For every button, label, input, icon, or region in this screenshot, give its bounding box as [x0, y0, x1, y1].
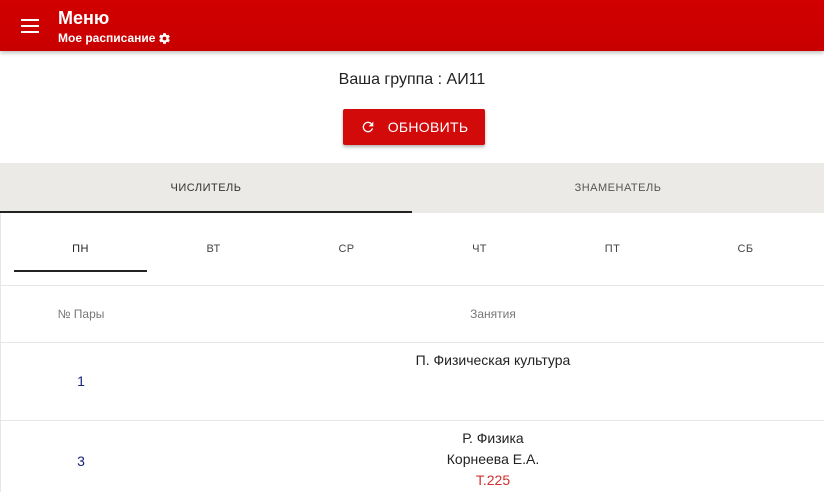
tab-thursday[interactable]: ЧТ [413, 213, 546, 285]
tab-numerator-label: ЧИСЛИТЕЛЬ [170, 182, 242, 194]
week-tabs: ЧИСЛИТЕЛЬ ЗНАМЕНАТЕЛЬ [0, 163, 824, 213]
table-row: 3 Р. Физика Корнеева Е.А. Т.225 [0, 421, 824, 492]
tab-monday-label: ПН [72, 243, 89, 255]
lesson-subject: П. Физическая культура [415, 352, 571, 368]
hamburger-icon[interactable] [21, 19, 39, 33]
day-tabs: ПН ВТ СР ЧТ ПТ СБ [0, 213, 824, 286]
tab-denominator[interactable]: ЗНАМЕНАТЕЛЬ [412, 163, 824, 213]
subtitle-label: Мое расписание [58, 31, 156, 45]
schedule-subtitle[interactable]: Мое расписание [58, 31, 171, 45]
gear-icon[interactable] [158, 32, 171, 45]
tab-tuesday-label: ВТ [206, 243, 221, 255]
refresh-icon [362, 121, 374, 133]
refresh-button-label: ОБНОВИТЬ [387, 119, 469, 135]
lesson-info: П. Физическая культура [162, 350, 824, 371]
app-title: Меню [58, 8, 110, 28]
tab-saturday-label: СБ [737, 243, 754, 255]
tab-numerator[interactable]: ЧИСЛИТЕЛЬ [0, 163, 412, 213]
tab-friday[interactable]: ПТ [546, 213, 679, 285]
lesson-room: Т.225 [475, 472, 511, 488]
lesson-teacher: Корнеева Е.А. [446, 451, 540, 467]
tab-monday[interactable]: ПН [14, 213, 147, 285]
lesson-number: 3 [77, 453, 85, 469]
lesson-number: 1 [77, 373, 85, 389]
tab-thursday-label: ЧТ [472, 243, 487, 255]
group-label: Ваша группа : АИ11 [338, 71, 486, 88]
tab-wednesday-label: СР [338, 243, 355, 255]
tab-tuesday[interactable]: ВТ [147, 213, 280, 285]
lesson-subject: Р. Физика [462, 430, 524, 446]
lesson-info: Р. Физика Корнеева Е.А. Т.225 [162, 428, 824, 491]
table-row: 1 П. Физическая культура [0, 343, 824, 421]
refresh-button[interactable]: ОБНОВИТЬ [343, 109, 485, 145]
schedule-table-header: № Пары Занятия [0, 286, 824, 343]
column-header-lessons: Занятия [470, 307, 516, 321]
tab-denominator-label: ЗНАМЕНАТЕЛЬ [574, 182, 662, 194]
column-header-number: № Пары [57, 307, 105, 321]
app-bar: Меню Мое расписание [0, 0, 824, 51]
tab-wednesday[interactable]: СР [280, 213, 413, 285]
tab-friday-label: ПТ [604, 243, 621, 255]
tab-saturday[interactable]: СБ [679, 213, 812, 285]
